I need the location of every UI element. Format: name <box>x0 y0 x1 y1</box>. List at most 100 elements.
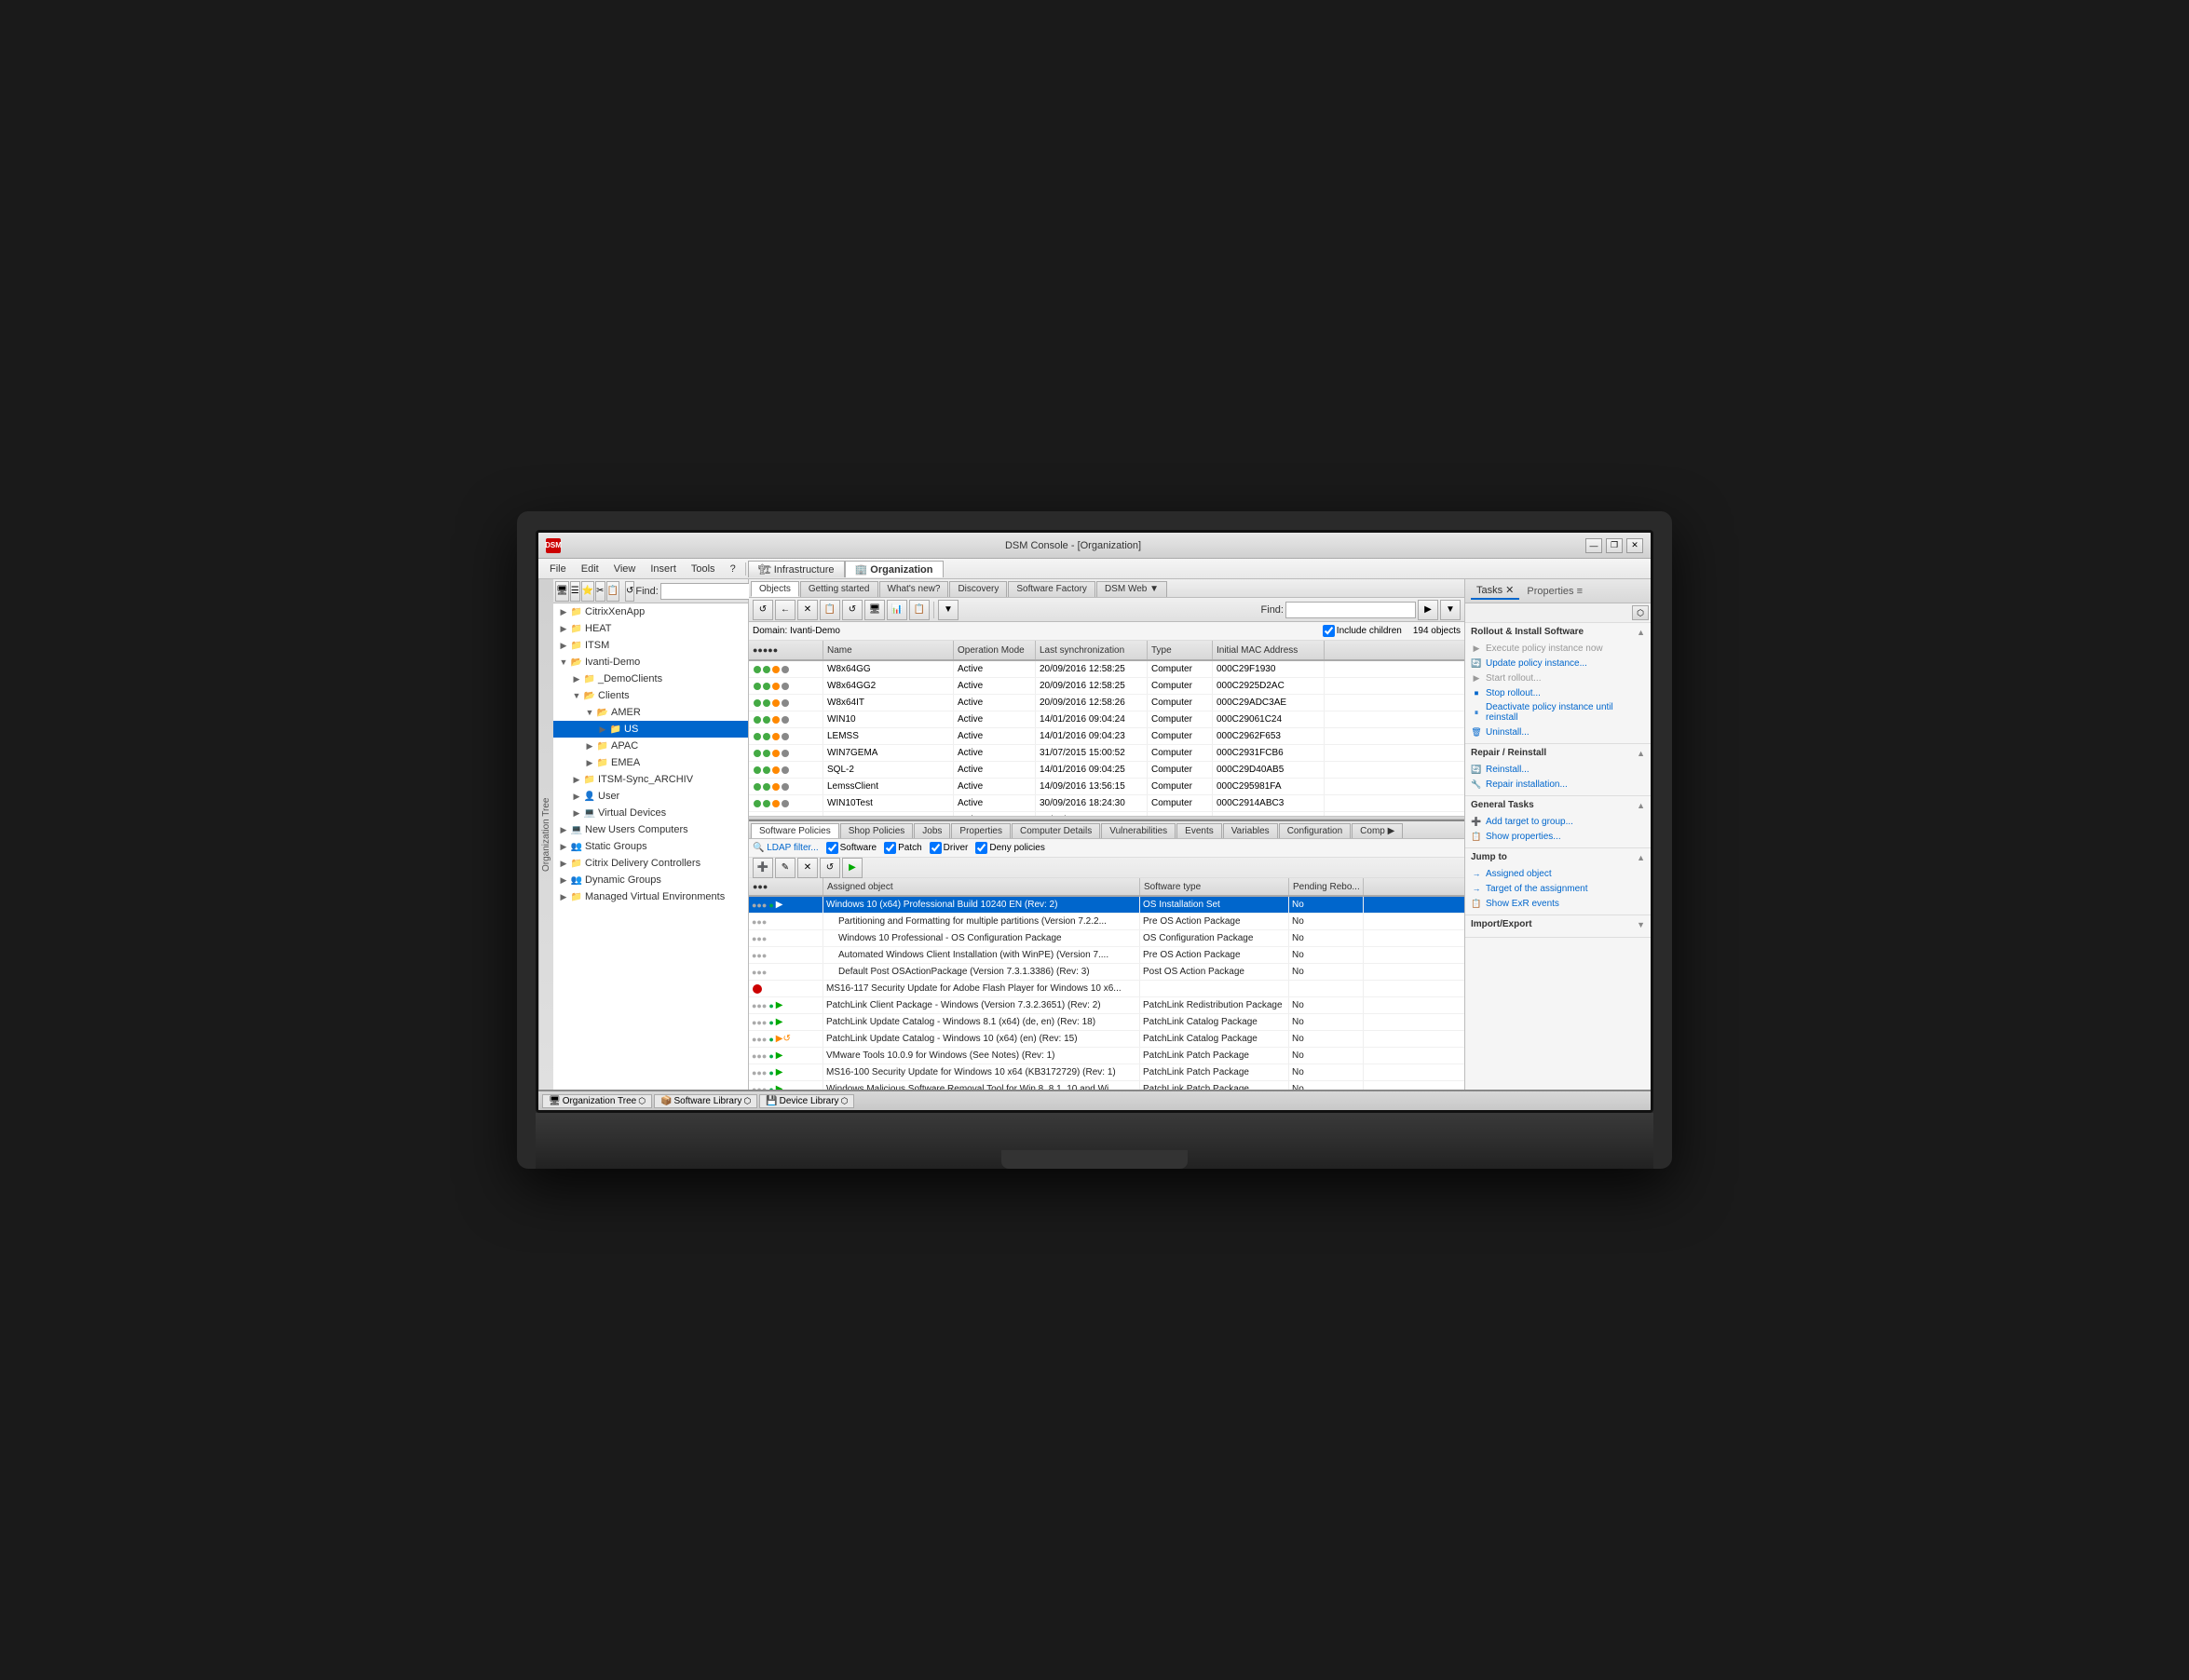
toggle-amer[interactable]: ▼ <box>583 706 596 719</box>
tree-item-user[interactable]: ▶ 👤 User <box>553 788 748 805</box>
tree-item-us[interactable]: ▶ 📁 US <box>553 721 748 738</box>
sw-tab-policies[interactable]: Software Policies <box>751 823 839 838</box>
tree-item-ivanti-demo[interactable]: ▼ 📂 Ivanti-Demo <box>553 654 748 671</box>
sw-lib-panel-expand[interactable]: ⬡ <box>743 1096 751 1106</box>
sw-filter-software[interactable]: Software <box>826 842 877 854</box>
toggle-itsm[interactable]: ▶ <box>557 639 570 652</box>
tab-discovery[interactable]: Discovery <box>949 581 1007 597</box>
action-repair[interactable]: 🔧 Repair installation... <box>1471 777 1645 792</box>
action-deactivate[interactable]: ⏸ Deactivate policy instance until reins… <box>1471 700 1645 725</box>
org-toolbar-btn5[interactable]: 📋 <box>606 581 619 602</box>
col-mac[interactable]: Initial MAC Address <box>1213 641 1325 659</box>
sw-table-row[interactable]: ●●● Default Post OSActionPackage (Versio… <box>749 964 1464 981</box>
jump-to-collapse[interactable]: ▲ <box>1637 853 1645 862</box>
sw-btn-refresh[interactable]: ↺ <box>820 858 840 878</box>
toggle-dynamic-groups[interactable]: ▶ <box>557 874 570 887</box>
sw-tab-vulnerabilities[interactable]: Vulnerabilities <box>1101 823 1176 838</box>
sw-table-row[interactable]: ●●● Automated Windows Client Installatio… <box>749 947 1464 964</box>
toggle-itsm-sync[interactable]: ▶ <box>570 773 583 786</box>
sw-tab-variables[interactable]: Variables <box>1223 823 1278 838</box>
sw-tab-computer-details[interactable]: Computer Details <box>1012 823 1100 838</box>
table-row[interactable]: LemssClient Active 14/09/2016 13:56:15 C… <box>749 779 1464 795</box>
action-assigned-obj[interactable]: → Assigned object <box>1471 866 1645 881</box>
sw-table-row[interactable]: ●●● ● ▶ Windows 10 (x64) Professional Bu… <box>749 897 1464 914</box>
sw-table-row[interactable]: ●●● Partitioning and Formatting for mult… <box>749 914 1464 930</box>
sw-tab-configuration[interactable]: Configuration <box>1279 823 1351 838</box>
tab-organization[interactable]: 🏢 Organization <box>845 561 944 577</box>
sw-btn-play[interactable]: ▶ <box>842 858 863 878</box>
tab-software-factory[interactable]: Software Factory <box>1008 581 1095 597</box>
sw-table-row[interactable]: ●●●●▶ PatchLink Client Package - Windows… <box>749 997 1464 1014</box>
tab-getting-started[interactable]: Getting started <box>800 581 878 597</box>
sw-table-row[interactable]: ●●●●▶↺ PatchLink Update Catalog - Window… <box>749 1031 1464 1048</box>
action-show-props[interactable]: 📋 Show properties... <box>1471 829 1645 844</box>
menu-tools[interactable]: Tools <box>684 562 723 576</box>
menu-edit[interactable]: Edit <box>574 562 606 576</box>
tree-item-apac[interactable]: ▶ 📁 APAC <box>553 738 748 754</box>
toggle-citrix[interactable]: ▶ <box>557 605 570 618</box>
action-stop-rollout[interactable]: ⏹ Stop rollout... <box>1471 685 1645 700</box>
org-toolbar-btn3[interactable]: ⭐ <box>581 581 594 602</box>
menu-view[interactable]: View <box>606 562 644 576</box>
obj-find-go[interactable]: ▶ <box>1418 600 1438 620</box>
tree-item-clients[interactable]: ▼ 📂 Clients <box>553 687 748 704</box>
toggle-clients[interactable]: ▼ <box>570 689 583 702</box>
tree-item-citrix-delivery[interactable]: ▶ 📁 Citrix Delivery Controllers <box>553 855 748 872</box>
sw-col-assigned[interactable]: Assigned object <box>823 878 1140 895</box>
col-name[interactable]: Name <box>823 641 954 659</box>
include-children-label[interactable]: Include children <box>1323 625 1402 637</box>
org-toolbar-btn2[interactable]: ☰ <box>570 581 580 602</box>
action-target[interactable]: → Target of the assignment <box>1471 881 1645 896</box>
tree-item-democlients[interactable]: ▶ 📁 _DemoClients <box>553 671 748 687</box>
toggle-citrix-delivery[interactable]: ▶ <box>557 857 570 870</box>
tab-whats-new[interactable]: What's new? <box>879 581 949 597</box>
obj-btn-filter[interactable]: ▼ <box>938 600 959 620</box>
obj-btn-copy[interactable]: 📋 <box>820 600 840 620</box>
col-icons[interactable]: ●●●●● <box>749 641 823 659</box>
sw-table-row[interactable]: MS16-117 Security Update for Adobe Flash… <box>749 981 1464 997</box>
action-reinstall[interactable]: 🔄 Reinstall... <box>1471 762 1645 777</box>
tree-item-itsm[interactable]: ▶ 📁 ITSM <box>553 637 748 654</box>
table-row[interactable]: WIN10 Active 14/01/2016 09:04:24 Compute… <box>749 711 1464 728</box>
col-type[interactable]: Type <box>1148 641 1213 659</box>
close-button[interactable]: ✕ <box>1626 538 1643 553</box>
rollout-collapse[interactable]: ▲ <box>1637 628 1645 637</box>
sw-col-reboot[interactable]: Pending Rebo... <box>1289 878 1364 895</box>
repair-collapse[interactable]: ▲ <box>1637 749 1645 758</box>
col-lastsync[interactable]: Last synchronization <box>1036 641 1148 659</box>
table-row[interactable]: W8x64IT Active 20/09/2016 12:58:26 Compu… <box>749 695 1464 711</box>
obj-find-dropdown[interactable]: ▼ <box>1440 600 1461 620</box>
tree-item-itsm-sync[interactable]: ▶ 📁 ITSM-Sync_ARCHIV <box>553 771 748 788</box>
action-update-policy[interactable]: 🔄 Update policy instance... <box>1471 656 1645 671</box>
tree-item-heat[interactable]: ▶ 📁 HEAT <box>553 620 748 637</box>
sw-filter-deny[interactable]: Deny policies <box>975 842 1044 854</box>
org-toolbar-btn4[interactable]: ✂ <box>595 581 605 602</box>
toggle-static-groups[interactable]: ▶ <box>557 840 570 853</box>
sw-tab-events[interactable]: Events <box>1176 823 1222 838</box>
action-uninstall[interactable]: 🗑 Uninstall... <box>1471 725 1645 739</box>
table-row[interactable]: W8x64GG2 Active 20/09/2016 12:58:25 Comp… <box>749 678 1464 695</box>
obj-btn-refresh[interactable]: ↺ <box>753 600 773 620</box>
obj-btn-delete[interactable]: ✕ <box>797 600 818 620</box>
toggle-managed-virtual[interactable]: ▶ <box>557 890 570 903</box>
general-tasks-collapse[interactable]: ▲ <box>1637 801 1645 810</box>
toggle-new-users[interactable]: ▶ <box>557 823 570 836</box>
sw-tab-comp[interactable]: Comp ▶ <box>1352 823 1403 838</box>
action-add-group[interactable]: ➕ Add target to group... <box>1471 814 1645 829</box>
sw-table-row[interactable]: ●●●●▶ MS16-100 Security Update for Windo… <box>749 1064 1464 1081</box>
sw-tab-jobs[interactable]: Jobs <box>914 823 950 838</box>
obj-btn-back[interactable]: ← <box>775 600 795 620</box>
menu-file[interactable]: File <box>542 562 574 576</box>
sw-btn-add[interactable]: ➕ <box>753 858 773 878</box>
menu-insert[interactable]: Insert <box>643 562 684 576</box>
tree-item-amer[interactable]: ▼ 📂 AMER <box>553 704 748 721</box>
org-tree-panel-expand[interactable]: ⬡ <box>638 1096 646 1106</box>
action-show-exr[interactable]: 📋 Show ExR events <box>1471 896 1645 911</box>
toggle-emea[interactable]: ▶ <box>583 756 596 769</box>
sw-btn-edit[interactable]: ✎ <box>775 858 795 878</box>
table-row[interactable]: W8x64GG Active 20/09/2016 12:58:25 Compu… <box>749 661 1464 678</box>
sw-col-type[interactable]: Software type <box>1140 878 1289 895</box>
tasks-tab-properties[interactable]: Properties ≡ <box>1527 586 1583 597</box>
toggle-apac[interactable]: ▶ <box>583 739 596 752</box>
sw-table-row[interactable]: ●●●●▶ VMware Tools 10.0.9 for Windows (S… <box>749 1048 1464 1064</box>
